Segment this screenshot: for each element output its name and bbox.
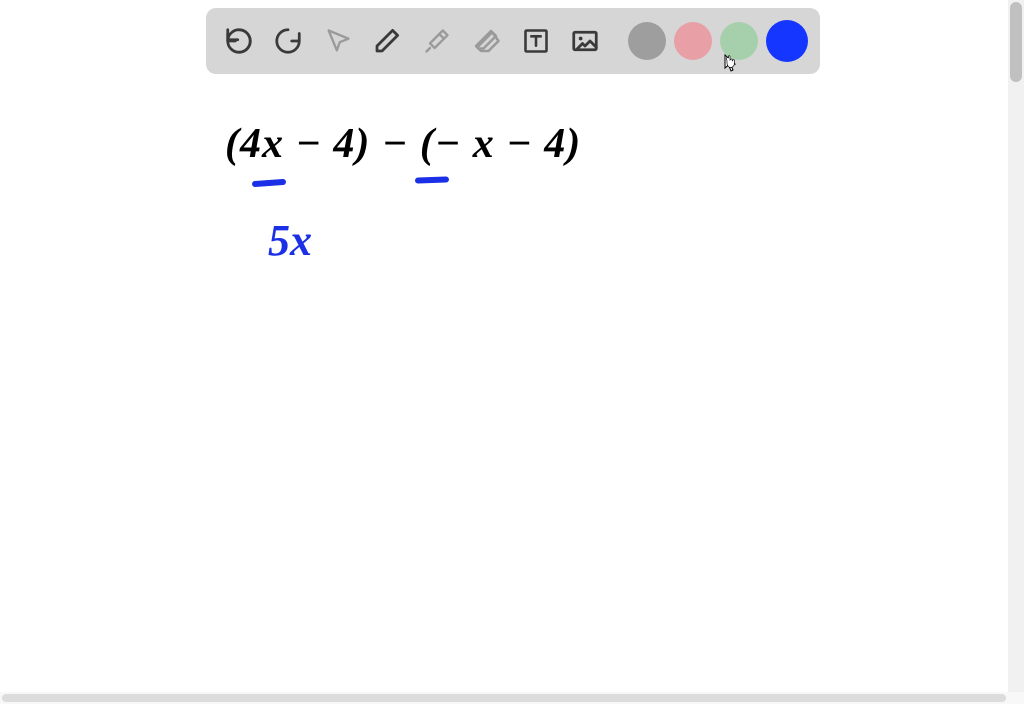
color-swatch-pink[interactable] (674, 22, 712, 60)
vertical-scrollbar-thumb[interactable] (1010, 2, 1022, 82)
tools-button[interactable] (416, 20, 458, 62)
image-icon (570, 26, 600, 56)
pencil-icon (372, 26, 402, 56)
redo-icon (273, 26, 303, 56)
image-tool-button[interactable] (565, 20, 607, 62)
toolbar (206, 8, 820, 74)
handwriting-result: 5x (268, 215, 312, 266)
handwriting-expression: (4x − 4) − (− x − 4) (225, 120, 581, 168)
pointer-tool-button[interactable] (317, 20, 359, 62)
pointer-icon (324, 27, 352, 55)
text-tool-button[interactable] (515, 20, 557, 62)
tools-icon (423, 27, 451, 55)
horizontal-scrollbar[interactable] (0, 692, 1024, 704)
text-icon (522, 27, 550, 55)
undo-icon (224, 26, 254, 56)
color-swatch-green[interactable] (720, 22, 758, 60)
handwriting-underline-minus-x (415, 176, 449, 183)
drawing-canvas[interactable]: (4x − 4) − (− x − 4) 5x (0, 80, 1008, 692)
color-swatch-gray[interactable] (628, 22, 666, 60)
color-swatch-blue[interactable] (766, 20, 808, 62)
eraser-icon (471, 26, 501, 56)
pen-tool-button[interactable] (367, 20, 409, 62)
whiteboard-viewport: (4x − 4) − (− x − 4) 5x (0, 0, 1024, 704)
redo-button[interactable] (268, 20, 310, 62)
vertical-scrollbar[interactable] (1008, 0, 1024, 704)
handwriting-underline-4x (252, 179, 286, 187)
undo-button[interactable] (218, 20, 260, 62)
eraser-tool-button[interactable] (466, 20, 508, 62)
horizontal-scrollbar-thumb[interactable] (2, 694, 1006, 702)
